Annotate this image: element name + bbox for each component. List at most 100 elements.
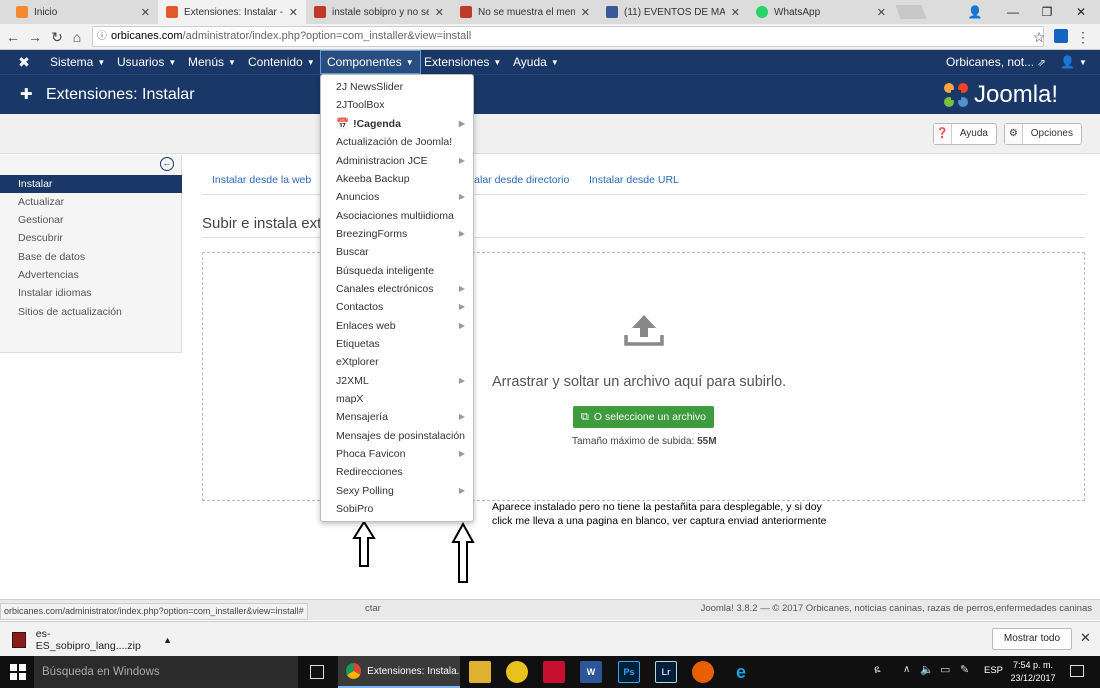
nav-usuarios[interactable]: Usuarios ▼: [117, 50, 176, 74]
nav-extensiones[interactable]: Extensiones ▼: [424, 50, 501, 74]
tab-instalar-desde-url[interactable]: Instalar desde URL: [589, 174, 679, 186]
sidebar-item-advertencias[interactable]: Advertencias: [0, 266, 182, 284]
reload-icon[interactable]: ↻: [48, 27, 66, 47]
menu-item-2j-newsslider[interactable]: 2J NewsSlider: [321, 78, 473, 96]
menu-item-mensajeria[interactable]: Mensajería ▶: [321, 408, 473, 426]
collapse-sidebar-icon[interactable]: ←: [160, 157, 174, 171]
sidebar-item-instalar[interactable]: Instalar: [0, 175, 182, 193]
nav-contenido[interactable]: Contenido ▼: [248, 50, 315, 74]
browser-tab-sobipro[interactable]: instale sobipro y no se ve ✕: [306, 0, 452, 24]
browser-tab-facebook[interactable]: (11) EVENTOS DE MASCO ✕: [598, 0, 748, 24]
network-icon[interactable]: ▭: [940, 663, 950, 676]
options-button[interactable]: ⚙ Opciones: [1004, 123, 1082, 145]
language-indicator[interactable]: ESP: [984, 665, 1003, 676]
browser-tab-inicio[interactable]: Inicio ✕: [8, 0, 158, 24]
menu-item-phoca-favicon[interactable]: Phoca Favicon ▶: [321, 445, 473, 463]
volume-icon[interactable]: 🔈: [920, 663, 934, 676]
browser-tab-extensiones[interactable]: Extensiones: Instalar - Or ✕: [158, 0, 306, 24]
internet-explorer-icon[interactable]: e: [730, 661, 752, 683]
menu-item-enlaces-web[interactable]: Enlaces web ▶: [321, 317, 473, 335]
url-host: orbicanes.com: [111, 30, 183, 42]
task-view-icon[interactable]: [310, 665, 324, 679]
sidebar-item-actualizar[interactable]: Actualizar: [0, 193, 182, 211]
url-input[interactable]: ⓘ orbicanes.com/administrator/index.php?…: [92, 26, 1044, 47]
download-item[interactable]: es-ES_sobipro_lang....zip ▲: [12, 628, 172, 652]
browser-menu-icon[interactable]: ⋮: [1074, 27, 1092, 47]
pen-icon[interactable]: ✎: [960, 663, 969, 676]
nav-componentes[interactable]: Componentes ▼: [320, 50, 421, 74]
menu-item-2jtoolbox[interactable]: 2JToolBox: [321, 96, 473, 114]
menu-item-mensajes-posinstalacion[interactable]: Mensajes de posinstalación: [321, 427, 473, 445]
taskbar-chrome-app[interactable]: Extensiones: Instala...: [338, 656, 460, 688]
menu-item-actualizacion-joomla[interactable]: Actualización de Joomla!: [321, 133, 473, 151]
back-icon[interactable]: ←: [4, 27, 22, 47]
menu-item-breezingforms[interactable]: BreezingForms ▶: [321, 225, 473, 243]
photoshop-icon[interactable]: Ps: [618, 661, 640, 683]
user-menu[interactable]: Orbicanes, not... ⇗: [946, 50, 1046, 74]
windows-start-icon[interactable]: [10, 664, 26, 680]
close-tab-icon[interactable]: ✕: [435, 6, 444, 19]
show-all-downloads-button[interactable]: Mostrar todo: [992, 628, 1072, 650]
joomla-menu-icon[interactable]: ✖: [16, 54, 32, 70]
menu-item-administracion-jce[interactable]: Administracion JCE ▶: [321, 152, 473, 170]
close-window-icon[interactable]: ✕: [1064, 0, 1098, 24]
menu-item-busqueda-inteligente[interactable]: Búsqueda inteligente: [321, 262, 473, 280]
close-tab-icon[interactable]: ✕: [731, 6, 740, 19]
pinned-app-icon[interactable]: [506, 661, 528, 683]
menu-item-buscar[interactable]: Buscar: [321, 243, 473, 261]
clock[interactable]: 7:54 p. m. 23/12/2017: [1008, 659, 1058, 685]
menu-item-anuncios[interactable]: Anuncios ▶: [321, 188, 473, 206]
menu-item-extplorer[interactable]: eXtplorer: [321, 353, 473, 371]
profile-icon[interactable]: 👤: [958, 0, 992, 24]
chevron-up-icon[interactable]: ▲: [163, 635, 172, 645]
menu-item-mapx[interactable]: mapX: [321, 390, 473, 408]
minimize-icon[interactable]: —: [996, 0, 1030, 24]
close-tab-icon[interactable]: ✕: [581, 6, 590, 19]
sidebar-item-gestionar[interactable]: Gestionar: [0, 211, 182, 229]
menu-item-canales-electronicos[interactable]: Canales electrónicos ▶: [321, 280, 473, 298]
nav-ayuda[interactable]: Ayuda ▼: [513, 50, 559, 74]
sidebar-item-instalar-idiomas[interactable]: Instalar idiomas: [0, 284, 182, 302]
menu-item-sexy-polling[interactable]: Sexy Polling ▶: [321, 482, 473, 500]
close-tab-icon[interactable]: ✕: [289, 6, 298, 19]
firefox-icon[interactable]: [692, 661, 714, 683]
browser-tab-menu[interactable]: No se muestra el menú c ✕: [452, 0, 598, 24]
sidebar-item-sitios-actualizacion[interactable]: Sitios de actualización: [0, 303, 182, 321]
browser-tab-whatsapp[interactable]: WhatsApp ✕: [748, 0, 894, 24]
nav-sistema[interactable]: Sistema ▼: [50, 50, 105, 74]
menu-item-asociaciones-multiidioma[interactable]: Asociaciones multiidioma: [321, 207, 473, 225]
menu-item-cagenda[interactable]: 📅 !Cagenda ▶: [321, 115, 473, 133]
menu-item-akeeba-backup[interactable]: Akeeba Backup: [321, 170, 473, 188]
chevron-up-icon[interactable]: ∧: [903, 664, 910, 675]
menu-item-contactos[interactable]: Contactos ▶: [321, 298, 473, 316]
close-downloads-icon[interactable]: ✕: [1080, 630, 1091, 646]
sidebar-item-base-de-datos[interactable]: Base de datos: [0, 248, 182, 266]
menu-item-sobipro[interactable]: SobiPro: [321, 500, 473, 518]
nav-menus[interactable]: Menús ▼: [188, 50, 236, 74]
extension-icon[interactable]: [1054, 29, 1068, 43]
home-icon[interactable]: ⌂: [68, 27, 86, 47]
menu-item-redirecciones[interactable]: Redirecciones: [321, 463, 473, 481]
user-icon[interactable]: 👤 ▼: [1060, 50, 1087, 74]
menu-item-j2xml[interactable]: J2XML ▶: [321, 372, 473, 390]
close-tab-icon[interactable]: ✕: [877, 6, 886, 19]
windows-search-input[interactable]: Búsqueda en Windows: [34, 656, 298, 688]
new-tab-button[interactable]: [895, 5, 927, 19]
lightroom-icon[interactable]: Lr: [655, 661, 677, 683]
info-icon[interactable]: ⓘ: [97, 27, 107, 46]
bookmark-star-icon[interactable]: ☆: [1030, 27, 1048, 47]
notifications-icon[interactable]: [1070, 665, 1084, 677]
sidebar-item-descubrir[interactable]: Descubrir: [0, 229, 182, 247]
close-tab-icon[interactable]: ✕: [141, 6, 150, 19]
tab-instalar-desde-directorio[interactable]: stalar desde directorio: [466, 174, 569, 186]
word-icon[interactable]: W: [580, 661, 602, 683]
people-icon[interactable]: ዬ: [874, 664, 881, 677]
forward-icon[interactable]: →: [26, 27, 44, 47]
pinned-app-icon[interactable]: [543, 661, 565, 683]
menu-item-etiquetas[interactable]: Etiquetas: [321, 335, 473, 353]
tab-instalar-desde-web[interactable]: Instalar desde la web: [212, 174, 311, 186]
select-file-button[interactable]: ⧉ O seleccione un archivo: [573, 406, 714, 428]
file-explorer-icon[interactable]: [469, 661, 491, 683]
restore-icon[interactable]: ❐: [1030, 0, 1064, 24]
help-button[interactable]: ❓ Ayuda: [933, 123, 997, 145]
